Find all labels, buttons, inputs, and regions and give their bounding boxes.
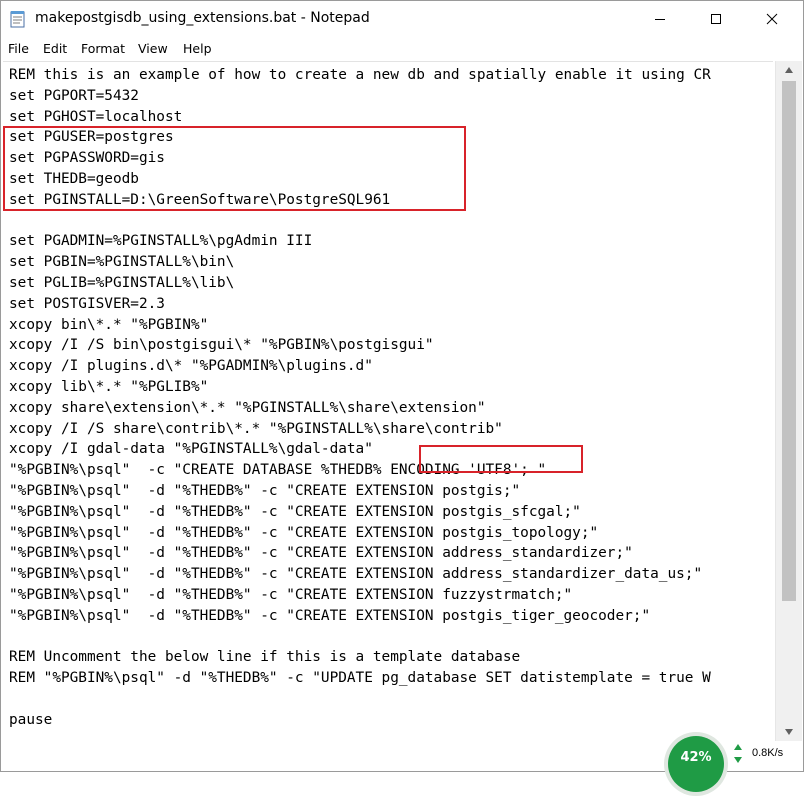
scroll-thumb[interactable] (782, 81, 796, 601)
code-line: xcopy lib\*.* "%PGLIB%" (9, 378, 209, 395)
scroll-down-button[interactable] (776, 723, 802, 741)
code-line: set POSTGISVER=2.3 (9, 295, 165, 312)
code-line: "%PGBIN%\psql" -d "%THEDB%" -c "CREATE E… (9, 503, 581, 520)
chevron-up-icon (785, 67, 793, 73)
code-line: xcopy /I gdal-data "%PGINSTALL%\gdal-dat… (9, 441, 373, 458)
menu-edit[interactable]: Edit (43, 41, 67, 56)
close-icon (766, 13, 778, 25)
code-line: xcopy bin\*.* "%PGBIN%" (9, 316, 209, 333)
code-line: REM "%PGBIN%\psql" -d "%THEDB%" -c "UPDA… (9, 670, 711, 687)
close-button[interactable] (749, 1, 795, 37)
code-line: set PGLIB=%PGINSTALL%\lib\ (9, 274, 235, 291)
code-line: set PGBIN=%PGINSTALL%\bin\ (9, 254, 235, 271)
minimize-icon (655, 19, 665, 20)
menu-format[interactable]: Format (81, 41, 125, 56)
code-line: xcopy /I /S bin\postgisgui\* "%PGBIN%\po… (9, 337, 434, 354)
code-line: "%PGBIN%\psql" -d "%THEDB%" -c "CREATE E… (9, 524, 599, 541)
highlight-box-encoding (419, 445, 583, 473)
maximize-button[interactable] (693, 1, 739, 37)
code-line: set PGPORT=5432 (9, 87, 139, 104)
highlight-box-credentials (3, 126, 466, 211)
code-line: xcopy share\extension\*.* "%PGINSTALL%\s… (9, 399, 486, 416)
code-line: REM Uncomment the below line if this is … (9, 649, 521, 666)
code-line: REM this is an example of how to create … (9, 67, 711, 83)
upload-arrow-icon (734, 744, 742, 750)
menu-help[interactable]: Help (183, 41, 212, 56)
title-bar[interactable]: makepostgisdb_using_extensions.bat - Not… (1, 1, 803, 37)
code-line: "%PGBIN%\psql" -d "%THEDB%" -c "CREATE E… (9, 607, 651, 624)
chevron-down-icon (785, 729, 793, 735)
code-line: xcopy /I /S share\contrib\*.* "%PGINSTAL… (9, 420, 503, 437)
code-line: pause (9, 711, 53, 728)
maximize-icon (711, 14, 721, 24)
code-line: "%PGBIN%\psql" -c "CREATE DATABASE %THED… (9, 462, 547, 479)
notepad-window: makepostgisdb_using_extensions.bat - Not… (0, 0, 804, 772)
code-line: set PGADMIN=%PGINSTALL%\pgAdmin III (9, 233, 313, 250)
code-line: xcopy /I plugins.d\* "%PGADMIN%\plugins.… (9, 358, 373, 375)
code-line: "%PGBIN%\psql" -d "%THEDB%" -c "CREATE E… (9, 482, 521, 499)
code-line: set PGHOST=localhost (9, 108, 183, 125)
minimize-button[interactable] (637, 1, 683, 37)
menu-file[interactable]: File (8, 41, 29, 56)
code-line: "%PGBIN%\psql" -d "%THEDB%" -c "CREATE E… (9, 545, 633, 562)
code-line: "%PGBIN%\psql" -d "%THEDB%" -c "CREATE E… (9, 566, 703, 583)
download-arrow-icon (734, 757, 742, 763)
notepad-icon (10, 11, 25, 28)
menu-bar: File Edit Format View Help (1, 39, 803, 59)
network-speed: 0.8K/s (752, 747, 784, 759)
window-title: makepostgisdb_using_extensions.bat - Not… (35, 10, 370, 26)
code-line: "%PGBIN%\psql" -d "%THEDB%" -c "CREATE E… (9, 586, 573, 603)
cpu-usage-badge: 42% (668, 736, 724, 792)
vertical-scrollbar[interactable] (775, 61, 802, 741)
scroll-up-button[interactable] (776, 61, 802, 79)
menu-view[interactable]: View (138, 41, 168, 56)
